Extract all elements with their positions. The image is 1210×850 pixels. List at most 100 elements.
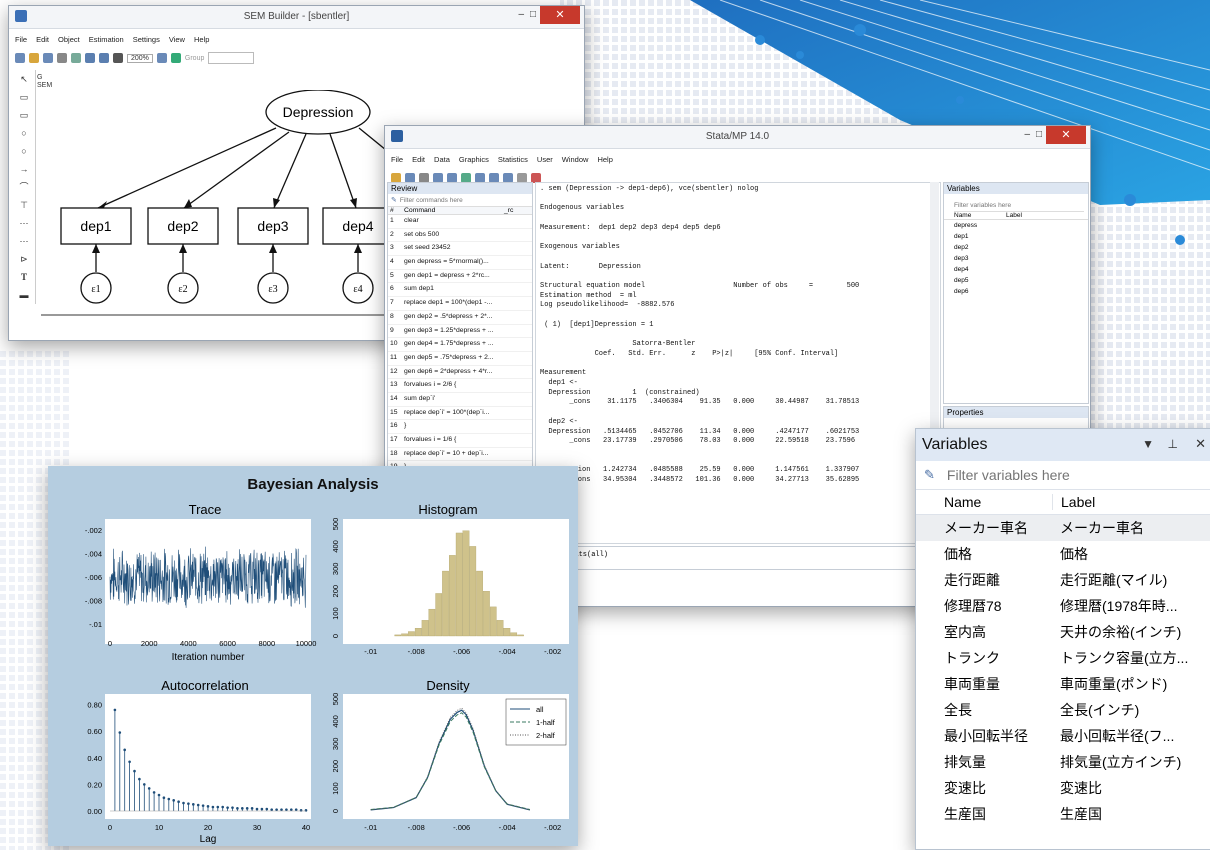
review-row[interactable]: 9 gen dep3 = 1.25*depress + ... — [388, 325, 532, 339]
variables-col-label[interactable]: Label — [1053, 494, 1095, 510]
review-row[interactable]: 14 sum dep`i' — [388, 393, 532, 407]
minimize-icon[interactable]: – — [518, 9, 524, 20]
variable-small-item[interactable]: dep5 — [954, 275, 1088, 286]
redo-icon[interactable] — [99, 53, 109, 63]
maximize-icon[interactable]: □ — [530, 9, 536, 20]
measure-tool-icon[interactable]: ⊤ — [13, 196, 35, 214]
select-icon[interactable] — [113, 53, 123, 63]
variable-small-item[interactable]: dep1 — [954, 231, 1088, 242]
review-row[interactable]: 16} — [388, 420, 532, 434]
menu-settings[interactable]: Settings — [133, 35, 160, 44]
variable-row[interactable]: トランク トランク容量(立方... — [916, 645, 1210, 671]
reg-tool-icon[interactable]: ⊳ — [13, 250, 35, 268]
path-tool-icon[interactable]: → — [13, 160, 35, 178]
stata-menu-window[interactable]: Window — [562, 155, 589, 164]
stata-close-button[interactable]: ✕ — [1046, 126, 1086, 144]
variables-small-col-name[interactable]: Name — [954, 212, 1006, 219]
review-row[interactable]: 1 clear — [388, 215, 532, 229]
save-icon[interactable] — [43, 53, 53, 63]
review-col-command[interactable]: Command — [404, 207, 504, 214]
zoom-value[interactable]: 200% — [127, 53, 153, 63]
review-row[interactable]: 7 replace dep1 = 100*(dep1 -... — [388, 297, 532, 311]
variable-row[interactable]: 全長 全長(インチ) — [916, 697, 1210, 723]
estimate-icon[interactable] — [170, 53, 181, 63]
review-col-rc[interactable]: _rc — [504, 207, 513, 214]
review-row[interactable]: 17 forvalues i = 1/6 { — [388, 434, 532, 448]
rect2-tool-icon[interactable]: ▭ — [13, 106, 35, 124]
variable-small-item[interactable]: dep3 — [954, 253, 1088, 264]
variables-small-filter[interactable] — [954, 200, 1084, 212]
variable-row[interactable]: 走行距離 走行距離(マイル) — [916, 567, 1210, 593]
area-tool-icon[interactable]: ▬ — [13, 286, 35, 304]
stata-menu-user[interactable]: User — [537, 155, 553, 164]
add-group-icon[interactable]: ⋯ — [13, 214, 35, 232]
copy-icon[interactable] — [71, 53, 81, 63]
open-icon[interactable] — [29, 53, 39, 63]
stata-menu-statistics[interactable]: Statistics — [498, 155, 528, 164]
review-row[interactable]: 2 set obs 500 — [388, 229, 532, 243]
review-row[interactable]: 8 gen dep2 = .5*depress + 2*... — [388, 311, 532, 325]
zoom-fit-icon[interactable] — [156, 53, 167, 63]
stata-menu-help[interactable]: Help — [597, 155, 612, 164]
variables-small-col-label[interactable]: Label — [1006, 212, 1022, 219]
stata-menu-file[interactable]: File — [391, 155, 403, 164]
oval2-tool-icon[interactable]: ○ — [13, 142, 35, 160]
rect-tool-icon[interactable]: ▭ — [13, 88, 35, 106]
stata-maximize-icon[interactable]: □ — [1036, 129, 1042, 140]
variables-col-name[interactable]: Name — [916, 494, 1053, 510]
review-row[interactable]: 11 gen dep5 = .75*depress + 2... — [388, 352, 532, 366]
panel-close-icon[interactable]: ✕ — [1195, 436, 1206, 452]
menu-file[interactable]: File — [15, 35, 27, 44]
variable-row[interactable]: 最小回転半径 最小回転半径(フ... — [916, 723, 1210, 749]
review-row[interactable]: 4 gen depress = 5*rnormal()... — [388, 256, 532, 270]
pointer-tool-icon[interactable]: ↖ — [13, 70, 35, 88]
variable-row[interactable]: 変速比 変速比 — [916, 775, 1210, 801]
close-button[interactable]: ✕ — [540, 6, 580, 24]
review-row[interactable]: 10 gen dep4 = 1.75*depress + ... — [388, 338, 532, 352]
variable-small-item[interactable]: dep6 — [954, 286, 1088, 297]
pin-icon[interactable]: ⊥ — [1168, 437, 1178, 451]
review-row[interactable]: 15 replace dep`i' = 100*(dep`i... — [388, 407, 532, 421]
oval-tool-icon[interactable]: ○ — [13, 124, 35, 142]
review-row[interactable]: 3 set seed 23452 — [388, 242, 532, 257]
filter-toggle-icon[interactable]: ▼ — [1142, 437, 1154, 451]
menu-edit[interactable]: Edit — [36, 35, 49, 44]
variable-row[interactable]: 車両重量 車両重量(ポンド) — [916, 671, 1210, 697]
variable-small-item[interactable]: depress — [954, 220, 1088, 231]
review-col-num[interactable]: # — [388, 207, 404, 214]
variable-row[interactable]: 排気量 排気量(立方インチ) — [916, 749, 1210, 775]
undo-icon[interactable] — [85, 53, 95, 63]
review-row[interactable]: 6 sum dep1 — [388, 283, 532, 298]
variable-row[interactable]: 価格 価格 — [916, 541, 1210, 567]
new-icon[interactable] — [15, 53, 25, 63]
variable-row[interactable]: メーカー車名 メーカー車名 — [916, 515, 1210, 541]
review-row[interactable]: 5 gen dep1 = depress + 2*rc... — [388, 270, 532, 284]
stata-menu-data[interactable]: Data — [434, 155, 450, 164]
variable-row[interactable]: 修理暦78 修理暦(1978年時... — [916, 593, 1210, 619]
stata-menu-graphics[interactable]: Graphics — [459, 155, 489, 164]
stata-menu-edit[interactable]: Edit — [412, 155, 425, 164]
stata-minimize-icon[interactable]: – — [1024, 129, 1030, 140]
variable-row[interactable]: 生産国 生産国 — [916, 801, 1210, 827]
menu-view[interactable]: View — [169, 35, 185, 44]
review-filter-input[interactable] — [399, 195, 510, 205]
sem-window-title: SEM Builder - [sbentler] — [243, 11, 350, 22]
variable-name: 車両重量 — [944, 676, 1000, 692]
print-icon[interactable] — [57, 53, 67, 63]
variables-panel: Variables ▼ ⊥ ✕ ✎ Name Label メーカー車名メーカー車… — [915, 428, 1210, 850]
variables-filter-input[interactable] — [944, 466, 1179, 484]
menu-object[interactable]: Object — [58, 35, 80, 44]
review-row[interactable]: 12 gen dep6 = 2*depress + 4*r... — [388, 366, 532, 380]
covariance-tool-icon[interactable]: ⌒ — [13, 178, 35, 196]
variable-row[interactable]: 室内高 天井の余裕(インチ) — [916, 619, 1210, 645]
text-tool-icon[interactable]: T — [13, 268, 35, 286]
variable-small-item[interactable]: dep2 — [954, 242, 1088, 253]
menu-help[interactable]: Help — [194, 35, 209, 44]
review-row[interactable]: 13 forvalues i = 2/6 { — [388, 379, 532, 393]
add-group2-icon[interactable]: ⋯ — [13, 232, 35, 250]
menu-estimation[interactable]: Estimation — [89, 35, 124, 44]
variable-small-item[interactable]: dep4 — [954, 264, 1088, 275]
ac-xtick: 20 — [204, 823, 212, 832]
review-row[interactable]: 18 replace dep`i' = 10 + dep`i... — [388, 448, 532, 462]
group-select[interactable] — [208, 52, 255, 64]
